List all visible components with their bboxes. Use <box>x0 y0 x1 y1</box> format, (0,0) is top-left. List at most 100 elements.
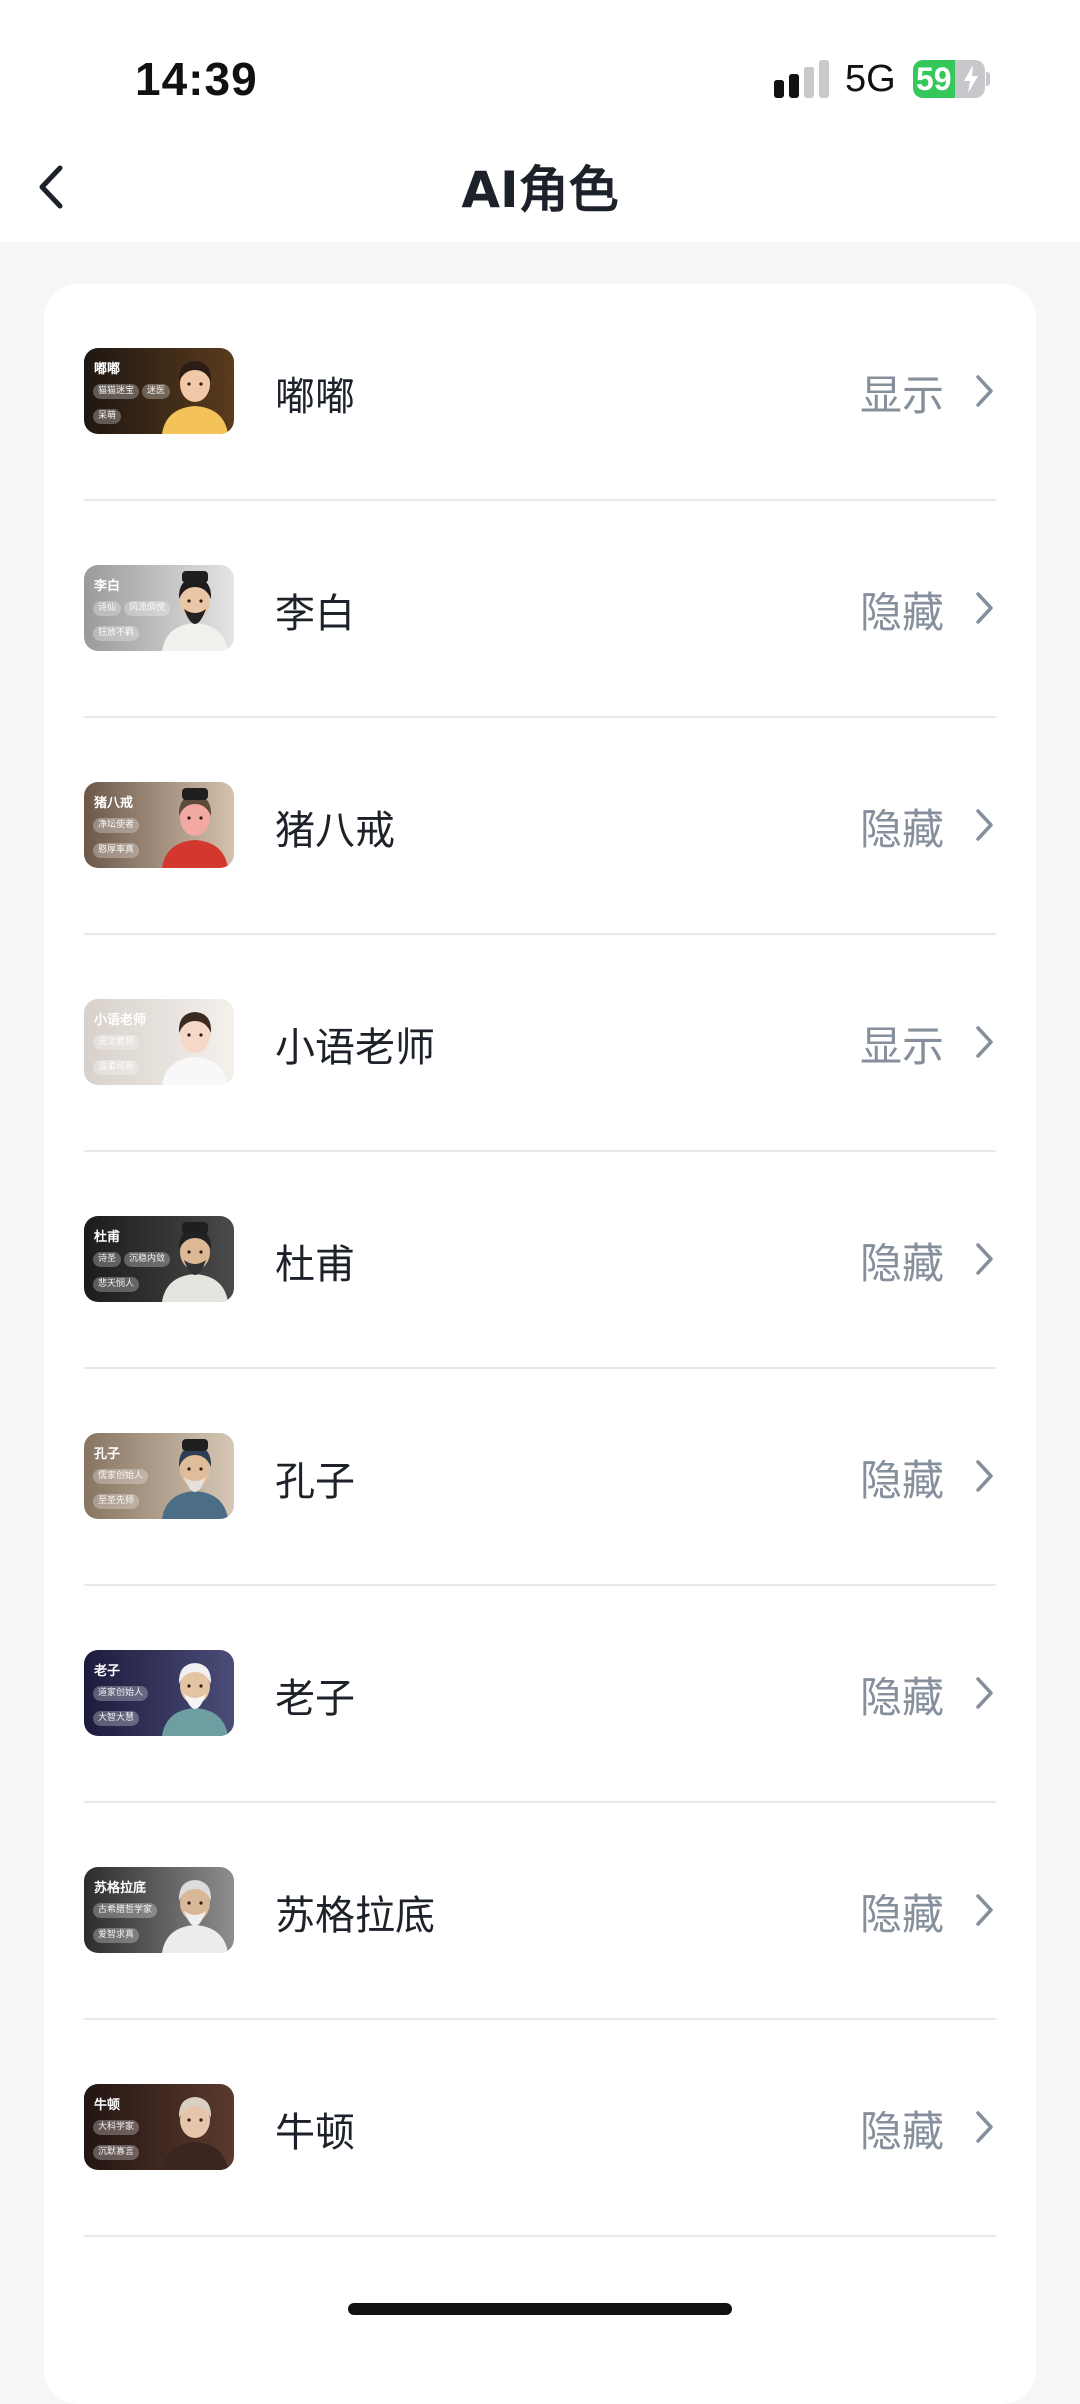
character-list: 嘟嘟 猫猫迷宝 迷医呆萌 嘟嘟 显示 李白 诗仙 风流倜傥狂放不羁 李白 隐藏 猪八戒 净坛使者憨厚率… <box>44 284 1036 2404</box>
character-thumbnail: 嘟嘟 猫猫迷宝 迷医呆萌 <box>84 348 234 434</box>
battery-tip <box>986 72 990 86</box>
character-portrait <box>162 571 228 651</box>
character-portrait <box>162 361 228 434</box>
character-thumbnail: 杜甫 诗圣 沉稳内敛悲天悯人 <box>84 1216 234 1302</box>
chevron-right-icon <box>976 1894 993 1926</box>
thumbnail-tag: 大智大慧 <box>93 1711 140 1726</box>
thumbnail-name: 猪八戒 <box>94 796 134 811</box>
character-portrait <box>162 1012 228 1085</box>
chevron-right-icon <box>976 809 993 841</box>
portrait-eye <box>199 2118 203 2122</box>
character-name: 老子 <box>275 1676 355 1722</box>
character-name: 杜甫 <box>275 1242 355 1288</box>
portrait-eye <box>199 1901 203 1905</box>
thumbnail-name: 李白 <box>94 579 121 594</box>
thumbnail-tag: 至圣先师 <box>93 1494 140 1509</box>
character-thumbnail: 猪八戒净坛使者憨厚率真 <box>84 782 234 868</box>
thumbnail-tag: 语文老师 <box>93 1035 140 1050</box>
character-thumbnail: 苏格拉底古希腊哲学家爱智求真 <box>84 1867 234 1953</box>
portrait-eye <box>199 382 203 386</box>
portrait-robe <box>162 1274 228 1302</box>
visibility-status: 隐藏 <box>859 805 944 854</box>
character-row[interactable]: 李白 诗仙 风流倜傥狂放不羁 李白 隐藏 <box>84 501 996 718</box>
portrait-eye <box>199 599 203 603</box>
character-row[interactable]: 猪八戒 净坛使者憨厚率真 猪八戒 隐藏 <box>84 718 996 935</box>
character-name: 小语老师 <box>275 1025 435 1071</box>
thumbnail-tag: 大科学家 <box>93 2120 140 2135</box>
character-portrait <box>162 2097 228 2170</box>
character-row[interactable]: 牛顿 大科学家沉默寡言 牛顿 隐藏 <box>84 2020 996 2237</box>
thumbnail-tag: 猫猫迷宝 <box>93 384 140 399</box>
portrait-robe <box>162 840 228 868</box>
chevron-right-icon <box>976 375 993 407</box>
character-row[interactable]: 苏格拉底 古希腊哲学家爱智求真 苏格拉底 隐藏 <box>84 1803 996 2020</box>
character-name: 牛顿 <box>275 2110 355 2156</box>
thumbnail-tag: 诗仙 <box>93 601 122 616</box>
visibility-status: 显示 <box>859 1022 944 1071</box>
chevron-right-icon <box>976 592 993 624</box>
thumbnail-tag: 净坛使者 <box>93 818 140 833</box>
nav-bar: AI角色 <box>0 130 1080 242</box>
portrait-eye <box>187 1250 191 1254</box>
portrait-eye <box>187 2118 191 2122</box>
character-name: 孔子 <box>275 1459 355 1505</box>
visibility-status: 隐藏 <box>859 1456 944 1505</box>
character-portrait <box>162 1880 228 1953</box>
thumbnail-tag: 古希腊哲学家 <box>93 1903 158 1918</box>
portrait-eye <box>187 599 191 603</box>
character-row[interactable]: 嘟嘟 猫猫迷宝 迷医呆萌 嘟嘟 显示 <box>84 284 996 501</box>
network-label: 5G <box>845 58 896 100</box>
portrait-eye <box>199 1033 203 1037</box>
portrait-robe <box>162 1708 228 1736</box>
portrait-hat <box>182 788 208 800</box>
thumbnail-tag: 沉默寡言 <box>93 2145 140 2160</box>
portrait-eye <box>187 1467 191 1471</box>
portrait-robe <box>162 406 228 434</box>
visibility-status: 隐藏 <box>859 1673 944 1722</box>
character-row[interactable]: 孔子 儒家创始人至圣先师 孔子 隐藏 <box>84 1369 996 1586</box>
character-thumbnail: 老子道家创始人大智大慧 <box>84 1650 234 1736</box>
portrait-hat <box>182 1222 208 1234</box>
portrait-robe <box>162 1925 228 1953</box>
character-name: 猪八戒 <box>275 808 395 854</box>
thumbnail-tag: 温柔可亲 <box>93 1060 140 1075</box>
portrait-eye <box>199 816 203 820</box>
portrait-eye <box>187 1901 191 1905</box>
thumbnail-name: 牛顿 <box>94 2098 121 2113</box>
portrait-robe <box>162 2142 228 2170</box>
thumbnail-tag: 道家创始人 <box>93 1686 149 1701</box>
character-row[interactable]: 杜甫 诗圣 沉稳内敛悲天悯人 杜甫 隐藏 <box>84 1152 996 1369</box>
character-name: 李白 <box>275 591 355 637</box>
thumbnail-tag: 呆萌 <box>93 409 122 424</box>
visibility-status: 隐藏 <box>859 1890 944 1939</box>
character-thumbnail: 小语老师 语文老师温柔可亲 <box>84 999 234 1085</box>
thumbnail-tag: 憨厚率真 <box>93 843 140 858</box>
battery-level: 59 <box>916 61 952 97</box>
character-row[interactable]: 小语老师 语文老师温柔可亲 小语老师 显示 <box>84 935 996 1152</box>
portrait-eye <box>199 1467 203 1471</box>
thumbnail-name: 老子 <box>94 1664 121 1679</box>
thumbnail-tag: 爱智求真 <box>93 1928 140 1943</box>
thumbnail-tag: 儒家创始人 <box>93 1469 149 1484</box>
portrait-robe <box>162 1491 228 1519</box>
portrait-eye <box>187 1033 191 1037</box>
charging-bolt-icon <box>964 65 978 93</box>
character-name: 苏格拉底 <box>275 1893 435 1939</box>
chevron-right-icon <box>976 1243 993 1275</box>
thumbnail-name: 苏格拉底 <box>94 1881 147 1896</box>
signal-icon <box>774 60 829 98</box>
character-row[interactable]: 老子 道家创始人大智大慧 老子 隐藏 <box>84 1586 996 1803</box>
visibility-status: 隐藏 <box>859 1239 944 1288</box>
portrait-eye <box>199 1250 203 1254</box>
thumbnail-name: 孔子 <box>94 1447 121 1462</box>
portrait-eye <box>187 1684 191 1688</box>
portrait-eye <box>187 382 191 386</box>
chevron-right-icon <box>976 1677 993 1709</box>
portrait-hat <box>182 571 208 583</box>
portrait-eye <box>187 816 191 820</box>
row-divider <box>84 2235 996 2237</box>
chevron-right-icon <box>976 2111 993 2143</box>
thumbnail-tag: 悲天悯人 <box>93 1277 140 1292</box>
battery-icon: 59 <box>913 60 985 98</box>
portrait-hat <box>182 1439 208 1451</box>
